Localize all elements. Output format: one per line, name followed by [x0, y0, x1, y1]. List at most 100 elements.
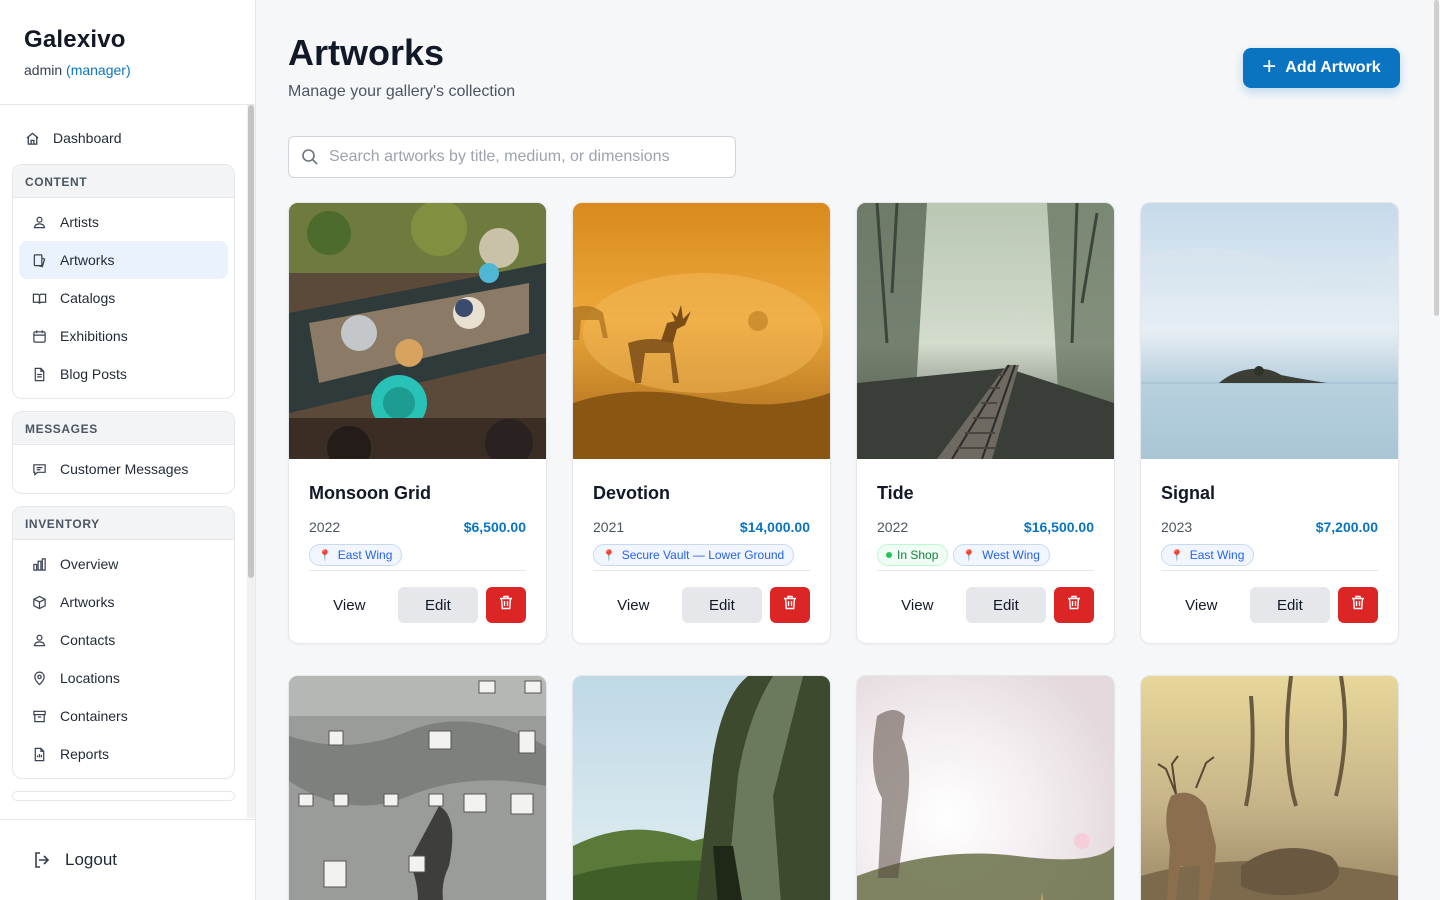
page-subtitle: Manage your gallery's collection: [288, 83, 516, 100]
nav-group-header: INVENTORY: [13, 507, 234, 540]
sidebar-item-artworks[interactable]: Artworks: [19, 241, 228, 279]
artwork-image[interactable]: [289, 676, 546, 900]
contacts-icon: [31, 632, 47, 648]
edit-button[interactable]: Edit: [681, 587, 763, 623]
user-role[interactable]: (manager): [66, 62, 131, 78]
add-artwork-button[interactable]: + Add Artwork: [1243, 48, 1400, 88]
location-tag: 📍 Secure Vault — Lower Ground: [593, 544, 795, 566]
artwork-card: Monsoon Grid 2022 $6,500.00 📍 East Wing V…: [288, 202, 547, 644]
page-scrollbar[interactable]: [1433, 0, 1440, 900]
artwork-image[interactable]: [573, 203, 830, 459]
pin-icon: 📍: [318, 549, 332, 562]
sidebar-item-label: Dashboard: [53, 130, 122, 146]
artwork-image[interactable]: [1141, 203, 1398, 459]
sidebar-item-label: Blog Posts: [60, 366, 127, 382]
nav-group-content: CONTENT Artists Artworks Catalogs Exhibi…: [12, 164, 235, 399]
blog-posts-icon: [31, 366, 47, 382]
exhibitions-icon: [31, 328, 47, 344]
sidebar-item-customer-messages[interactable]: Customer Messages: [19, 450, 228, 488]
delete-button[interactable]: [770, 587, 810, 623]
sidebar-item-exhibitions[interactable]: Exhibitions: [19, 317, 228, 355]
edit-button[interactable]: Edit: [1249, 587, 1331, 623]
sidebar-item-artists[interactable]: Artists: [19, 203, 228, 241]
sidebar-item-reports[interactable]: Reports: [19, 735, 228, 773]
edit-button[interactable]: Edit: [965, 587, 1047, 623]
location-tag: 📍 East Wing: [1161, 544, 1255, 566]
sidebar-item-locations[interactable]: Locations: [19, 659, 228, 697]
artwork-title: Signal: [1161, 483, 1216, 503]
view-button[interactable]: View: [309, 587, 390, 623]
artwork-card: Tide 2022 $16,500.00 In Shop 📍 West Wing …: [856, 202, 1115, 644]
artwork-price: $7,200.00: [1315, 519, 1378, 535]
artwork-card: Devotion 2021 $14,000.00 📍 Secure Vault —…: [572, 202, 831, 644]
home-icon: [24, 130, 40, 146]
sidebar-item-contacts[interactable]: Contacts: [19, 621, 228, 659]
nav-group-collapsed: [12, 791, 235, 801]
artwork-year: 2022: [309, 519, 341, 535]
search-icon: [301, 148, 319, 166]
sidebar-item-containers[interactable]: Containers: [19, 697, 228, 735]
delete-button[interactable]: [486, 587, 526, 623]
view-button[interactable]: View: [593, 587, 674, 623]
sidebar-item-label: Containers: [60, 708, 128, 724]
artworks-icon: [31, 252, 47, 268]
nav-group-messages: MESSAGES Customer Messages: [12, 411, 235, 494]
brand-name: Galexivo: [24, 26, 126, 53]
artwork-year: 2023: [1161, 519, 1193, 535]
sidebar-item-blog-posts[interactable]: Blog Posts: [19, 355, 228, 393]
artwork-price: $6,500.00: [463, 519, 526, 535]
current-user: admin (manager): [24, 62, 231, 78]
artwork-card: Signal 2023 $7,200.00 📍 East Wing View Ed…: [1140, 202, 1399, 644]
overview-icon: [31, 556, 47, 572]
view-button[interactable]: View: [1161, 587, 1242, 623]
card-divider: [1161, 570, 1378, 571]
sidebar: Galexivo admin (manager) Dashboard CONTE…: [0, 0, 256, 900]
pin-icon: 📍: [1170, 549, 1184, 562]
artwork-image[interactable]: [1141, 676, 1398, 900]
delete-button[interactable]: [1054, 587, 1094, 623]
sidebar-item-label: Artworks: [60, 594, 115, 610]
artwork-year: 2022: [877, 519, 909, 535]
sidebar-scrollbar-thumb[interactable]: [248, 105, 254, 578]
page-scrollbar-thumb[interactable]: [1434, 0, 1439, 316]
logout-label: Logout: [65, 850, 117, 869]
artwork-image[interactable]: [857, 676, 1114, 900]
edit-button[interactable]: Edit: [397, 587, 479, 623]
nav-group-inventory: INVENTORY Overview Artworks Contacts Loc…: [12, 506, 235, 779]
artwork-image[interactable]: [289, 203, 546, 459]
artwork-title: Monsoon Grid: [309, 483, 431, 503]
artwork-image[interactable]: [857, 203, 1114, 459]
artwork-card: [572, 675, 831, 900]
box-icon: [31, 594, 47, 610]
card-divider: [309, 570, 526, 571]
sidebar-item-catalogs[interactable]: Catalogs: [19, 279, 228, 317]
view-button[interactable]: View: [877, 587, 958, 623]
brand: Galexivo admin (manager): [0, 0, 255, 105]
nav-group-header: MESSAGES: [13, 412, 234, 445]
artwork-card: [288, 675, 547, 900]
sidebar-item-label: Customer Messages: [60, 461, 189, 477]
artwork-image[interactable]: [573, 676, 830, 900]
sidebar-item-inventory-artworks[interactable]: Artworks: [19, 583, 228, 621]
artists-icon: [31, 214, 47, 230]
pin-icon: 📍: [602, 549, 616, 562]
artwork-title: Devotion: [593, 483, 671, 503]
card-divider: [877, 570, 1094, 571]
locations-icon: [31, 670, 47, 686]
trash-icon: [499, 595, 513, 615]
delete-button[interactable]: [1338, 587, 1378, 623]
sidebar-nav: Dashboard CONTENT Artists Artworks Catal…: [0, 105, 245, 818]
plus-icon: +: [1262, 53, 1277, 80]
search-input[interactable]: [329, 148, 719, 166]
artwork-year: 2021: [593, 519, 625, 535]
nav-group-header: CONTENT: [13, 165, 234, 198]
add-artwork-label: Add Artwork: [1285, 59, 1381, 76]
sidebar-item-dashboard[interactable]: Dashboard: [12, 117, 235, 159]
status-dot-icon: [886, 552, 892, 558]
location-tag: 📍 West Wing: [953, 544, 1050, 566]
sidebar-item-overview[interactable]: Overview: [19, 545, 228, 583]
logout-button[interactable]: Logout: [0, 819, 255, 900]
reports-icon: [31, 746, 47, 762]
sidebar-scrollbar[interactable]: [247, 105, 255, 818]
artwork-card: [856, 675, 1115, 900]
